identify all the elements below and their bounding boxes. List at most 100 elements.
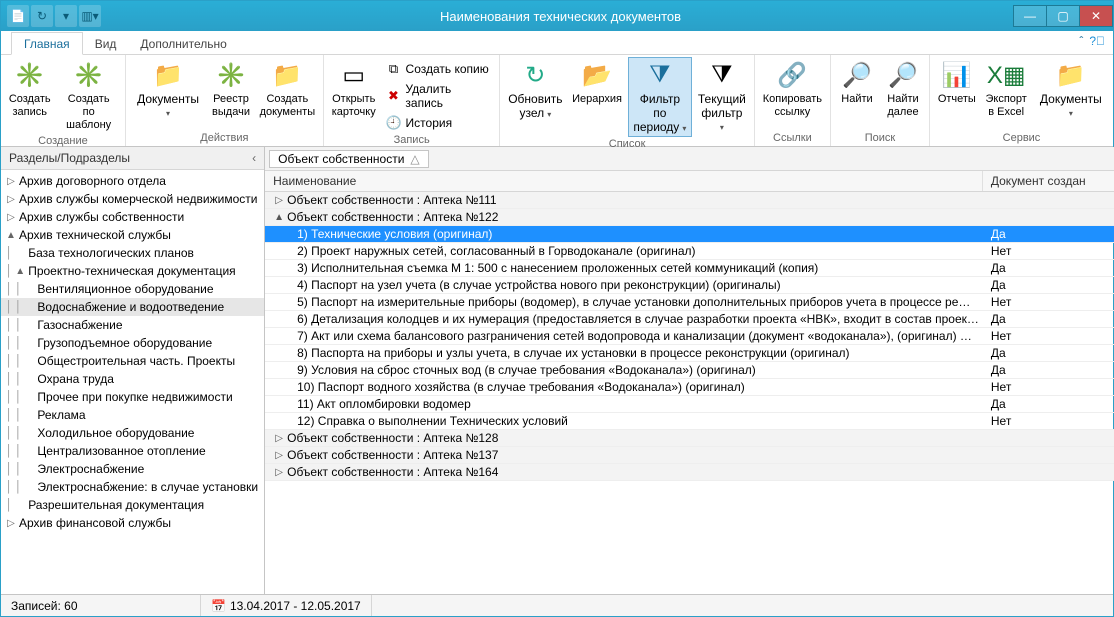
tree-item[interactable]: │ Разрешительная документация [1,496,264,514]
group-links: 🔗Копироватьссылку Ссылки [755,55,831,146]
sidebar: Разделы/Подразделы ‹ ▷Архив договорного … [1,147,265,594]
expand-icon[interactable]: ▷ [5,518,17,529]
tree-item[interactable]: │ │ Холодильное оборудование [1,424,264,442]
create-copy-button[interactable]: ⧉Создать копию [382,59,496,79]
tree-item[interactable]: ▷Архив финансовой службы [1,514,264,532]
cell-name: 7) Акт или схема балансового разграничен… [297,329,972,343]
create-documents-button[interactable]: 📁Создатьдокументы [256,57,319,121]
tab-main[interactable]: Главная [11,32,83,55]
grid-row[interactable]: 7) Акт или схема балансового разграничен… [265,328,1114,345]
find-button[interactable]: 🔎Найти [835,57,879,108]
group-service-title: Сервис [934,131,1109,146]
tree-item[interactable]: │ │ Охрана труда [1,370,264,388]
reports-button[interactable]: 📊Отчеты [934,57,980,108]
hierarchy-button[interactable]: 📂Иерархия [568,57,625,108]
tree-item[interactable]: ▷Архив службы собственности [1,208,264,226]
grid-row[interactable]: 3) Исполнительная съемка М 1: 500 с нане… [265,260,1114,277]
expand-icon[interactable]: ▷ [5,194,17,205]
cell-name: 10) Паспорт водного хозяйства (в случае … [297,380,745,394]
group-chip[interactable]: Объект собственности △ [269,150,429,168]
refresh-node-button[interactable]: ↻Обновитьузел ▾ [504,57,566,123]
grid-row[interactable]: 9) Условия на сброс сточных вод (в случа… [265,362,1114,379]
grid-row[interactable]: 12) Справка о выполнении Технических усл… [265,413,1114,430]
tree-item-label: Общестроительная часть. Проекты [35,353,237,369]
sidebar-collapse-icon[interactable]: ‹ [252,151,256,165]
filter-period-button[interactable]: ⧩Фильтр попериоду ▾ [628,57,692,137]
current-filter-button[interactable]: ⧩Текущийфильтр ▾ [694,57,750,136]
cell-created: Да [983,345,1114,361]
tree-item[interactable]: │ │ Вентиляционное оборудование [1,280,264,298]
tree-item[interactable]: │ База технологических планов [1,244,264,262]
tree-item[interactable]: │ │ Централизованное отопление [1,442,264,460]
maximize-button[interactable]: ▢ [1046,5,1080,27]
grid-row[interactable]: 10) Паспорт водного хозяйства (в случае … [265,379,1114,396]
grid-row[interactable]: 1) Технические условия (оригинал)Да [265,226,1114,243]
registry-button[interactable]: ✳️Реестрвыдачи [208,57,254,121]
open-card-button[interactable]: ▭Открытькарточку [328,57,380,121]
group-bar[interactable]: Объект собственности △ [265,147,1114,171]
collapse-ribbon-icon[interactable]: ˆ [1079,34,1083,48]
grid-row[interactable]: 11) Акт опломбировки водомерДа [265,396,1114,413]
find-next-button[interactable]: 🔎Найтидалее [881,57,925,121]
expand-icon[interactable]: ▷ [273,195,285,206]
minimize-button[interactable]: — [1013,5,1047,27]
cell-name: 5) Паспорт на измерительные приборы (вод… [297,295,970,309]
cell-created: Нет [983,379,1114,395]
copy-link-button[interactable]: 🔗Копироватьссылку [759,57,826,121]
expand-icon[interactable]: ▷ [273,433,285,444]
cell-name: 2) Проект наружных сетей, согласованный … [297,244,695,258]
tree-item[interactable]: │ │ Грузоподъемное оборудование [1,334,264,352]
documents-button[interactable]: 📁Документы ▾ [130,57,206,122]
delete-record-button[interactable]: ✖Удалить запись [382,80,496,112]
service-documents-button[interactable]: 📁Документы ▾ [1033,57,1109,122]
quick-access-toolbar: 📄 ↻ ▾ ▥▾ [1,5,107,27]
grid-row[interactable]: 8) Паспорта на приборы и узлы учета, в с… [265,345,1114,362]
group-search-title: Поиск [835,131,925,146]
tree-item[interactable]: ▷Архив службы комерческой недвижимости [1,190,264,208]
grid-group-row[interactable]: ▷Объект собственности : Аптека №164 [265,464,1114,481]
group-actions-title: Действия [130,131,319,146]
history-button[interactable]: 🕘История [382,113,496,133]
expand-icon[interactable]: ▲ [273,212,285,223]
expand-icon[interactable]: ▲ [5,230,17,241]
export-excel-button[interactable]: X▦Экспортв Excel [982,57,1031,121]
grid-group-row[interactable]: ▷Объект собственности : Аптека №111 [265,192,1114,209]
col-created[interactable]: Документ создан [983,171,1114,191]
expand-icon[interactable]: ▲ [14,266,26,277]
tree-item[interactable]: │ │ Прочее при покупке недвижимости [1,388,264,406]
tree[interactable]: ▷Архив договорного отдела▷Архив службы к… [1,170,264,594]
tree-item[interactable]: │ │ Газоснабжение [1,316,264,334]
tree-item[interactable]: ▷Архив договорного отдела [1,172,264,190]
tree-item[interactable]: ▲Архив технической службы [1,226,264,244]
expand-icon[interactable]: ▷ [273,467,285,478]
help-icon[interactable]: ?⃝ [1089,34,1105,48]
col-name[interactable]: Наименование [265,171,983,191]
tree-item[interactable]: │ │ Реклама [1,406,264,424]
tree-item[interactable]: │ │ Водоснабжение и водоотведение [1,298,264,316]
tree-item[interactable]: │ │ Электроснабжение: в случае установки [1,478,264,496]
expand-icon[interactable]: ▷ [273,450,285,461]
grid-group-row[interactable]: ▷Объект собственности : Аптека №128 [265,430,1114,447]
qat-list-icon[interactable]: ▥▾ [79,5,101,27]
grid-body[interactable]: ▷Объект собственности : Аптека №111▲Объе… [265,192,1114,594]
grid-row[interactable]: 2) Проект наружных сетей, согласованный … [265,243,1114,260]
tab-extra[interactable]: Дополнительно [128,33,238,54]
qat-dropdown-icon[interactable]: ▾ [55,5,77,27]
qat-refresh-icon[interactable]: ↻ [31,5,53,27]
tree-item[interactable]: │ │ Общестроительная часть. Проекты [1,352,264,370]
tree-item[interactable]: │ ▲Проектно-техническая документация [1,262,264,280]
tab-view[interactable]: Вид [83,33,129,54]
group-links-title: Ссылки [759,131,826,146]
grid-row[interactable]: 4) Паспорт на узел учета (в случае устро… [265,277,1114,294]
qat-save-icon[interactable]: 📄 [7,5,29,27]
grid-group-row[interactable]: ▲Объект собственности : Аптека №122 [265,209,1114,226]
grid-row[interactable]: 5) Паспорт на измерительные приборы (вод… [265,294,1114,311]
new-from-template-button[interactable]: ✳️Создать пошаблону [56,57,120,134]
new-record-button[interactable]: ✳️Создатьзапись [5,57,54,121]
expand-icon[interactable]: ▷ [5,176,17,187]
expand-icon[interactable]: ▷ [5,212,17,223]
tree-item[interactable]: │ │ Электроснабжение [1,460,264,478]
grid-group-row[interactable]: ▷Объект собственности : Аптека №137 [265,447,1114,464]
grid-row[interactable]: 6) Детализация колодцев и их нумерация (… [265,311,1114,328]
close-button[interactable]: ✕ [1079,5,1113,27]
